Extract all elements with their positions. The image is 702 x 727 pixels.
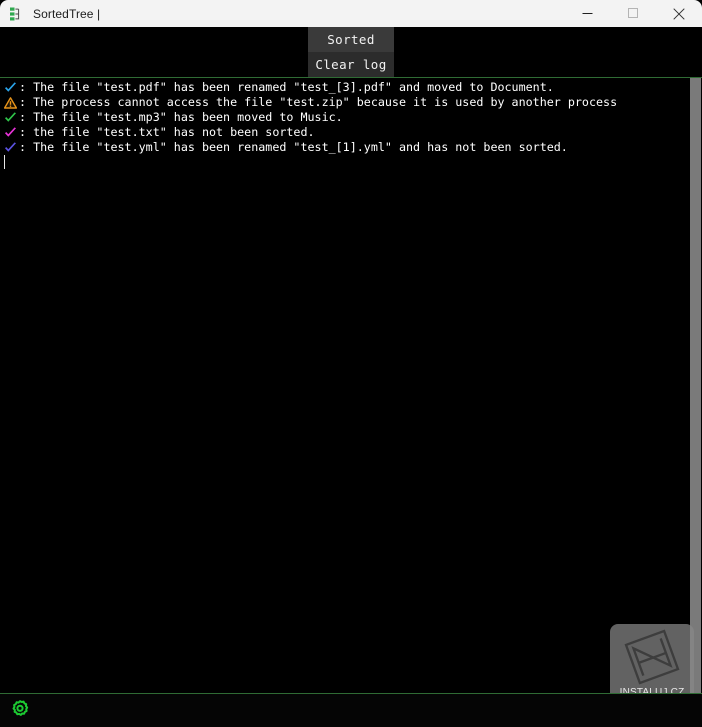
maximize-icon — [627, 8, 638, 18]
clear-log-button[interactable]: Clear log — [308, 52, 394, 77]
text-caret — [4, 155, 5, 169]
warning-triangle-icon — [3, 96, 18, 110]
minimize-icon — [582, 13, 592, 14]
check-icon — [3, 141, 18, 155]
log-line: : The file "test.mp3" has been moved to … — [0, 110, 688, 125]
log-line-text: : the file "test.txt" has not been sorte… — [19, 125, 315, 139]
log-line-text: : The file "test.pdf" has been renamed "… — [19, 80, 554, 94]
application-window: SortedTree | Sorted Clear log : The file… — [0, 0, 702, 727]
log-scrollbar[interactable] — [688, 78, 702, 693]
log-scrollbar-thumb[interactable] — [690, 78, 701, 693]
log-line-text: : The process cannot access the file "te… — [19, 95, 618, 109]
sorted-button[interactable]: Sorted — [308, 27, 394, 52]
toolbar: Sorted Clear log — [0, 27, 702, 77]
log-line-text: : The file "test.mp3" has been moved to … — [19, 110, 343, 124]
title-bar: SortedTree | — [0, 0, 702, 27]
log-line: : The file "test.pdf" has been renamed "… — [0, 80, 688, 95]
check-icon — [3, 126, 18, 140]
check-icon — [3, 111, 18, 125]
log-line-text: : The file "test.yml" has been renamed "… — [19, 140, 568, 154]
window-title: SortedTree | — [33, 6, 101, 21]
gear-icon — [12, 700, 29, 716]
tree-icon — [9, 6, 25, 22]
settings-button[interactable] — [8, 698, 32, 722]
log-output-panel[interactable]: : The file "test.pdf" has been renamed "… — [0, 78, 702, 693]
status-bar: language : version :2.0.0 — [0, 694, 702, 727]
log-line: : The file "test.yml" has been renamed "… — [0, 140, 688, 155]
log-line: : The process cannot access the file "te… — [0, 95, 688, 110]
close-icon — [673, 7, 685, 20]
check-icon — [3, 81, 18, 95]
log-line: : the file "test.txt" has not been sorte… — [0, 125, 688, 140]
log-line-list: : The file "test.pdf" has been renamed "… — [0, 80, 688, 155]
close-button[interactable] — [656, 0, 702, 27]
minimize-button[interactable] — [564, 0, 610, 27]
maximize-button[interactable] — [610, 0, 656, 27]
